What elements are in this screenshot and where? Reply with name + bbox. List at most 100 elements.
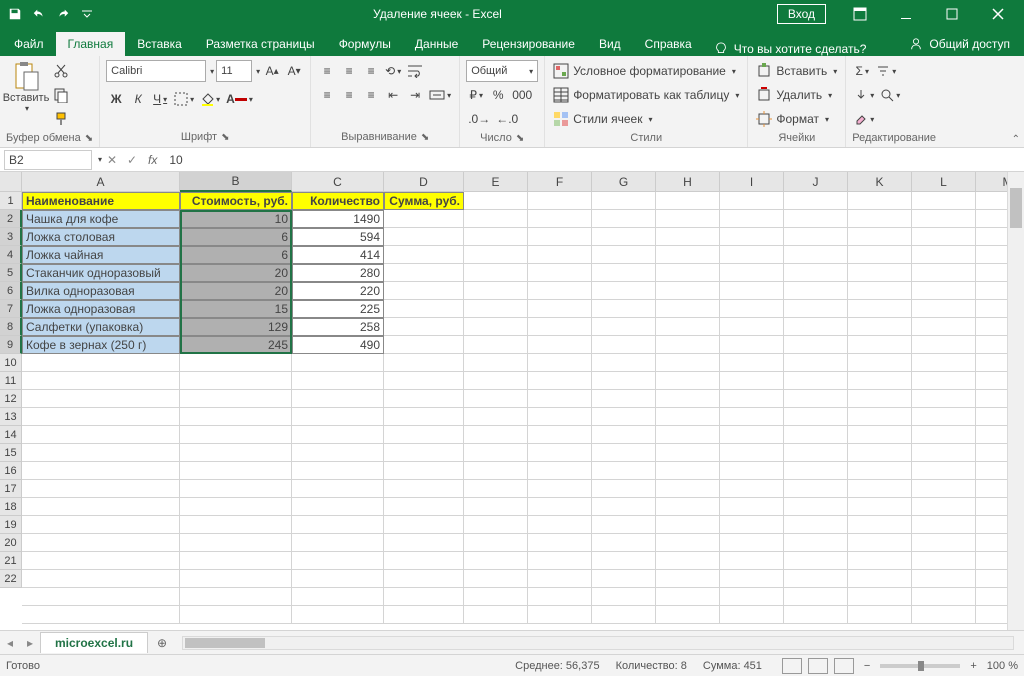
- cell-G6[interactable]: [592, 282, 656, 300]
- cell-I15[interactable]: [720, 444, 784, 462]
- cell-K16[interactable]: [848, 462, 912, 480]
- cell-K18[interactable]: [848, 498, 912, 516]
- cell-K12[interactable]: [848, 390, 912, 408]
- formula-input[interactable]: 10: [163, 153, 1024, 167]
- cell-L17[interactable]: [912, 480, 976, 498]
- column-header-C[interactable]: C: [292, 172, 384, 192]
- cell-D24[interactable]: [384, 606, 464, 624]
- bold-button[interactable]: Ж: [106, 88, 126, 110]
- cell-H14[interactable]: [656, 426, 720, 444]
- cell-E8[interactable]: [464, 318, 528, 336]
- format-cells-button[interactable]: Формат▾: [754, 108, 831, 130]
- cell-M2[interactable]: [976, 210, 1007, 228]
- cell-J19[interactable]: [784, 516, 848, 534]
- cell-I16[interactable]: [720, 462, 784, 480]
- cell-M19[interactable]: [976, 516, 1007, 534]
- cell-M12[interactable]: [976, 390, 1007, 408]
- cell-G7[interactable]: [592, 300, 656, 318]
- sort-filter-button[interactable]: ▾: [874, 60, 898, 82]
- enter-formula-button[interactable]: ✓: [122, 150, 142, 170]
- cell-E9[interactable]: [464, 336, 528, 354]
- copy-button[interactable]: [50, 84, 72, 106]
- cell-K19[interactable]: [848, 516, 912, 534]
- cell-D12[interactable]: [384, 390, 464, 408]
- cell-I17[interactable]: [720, 480, 784, 498]
- cell-A12[interactable]: [22, 390, 180, 408]
- cell-D2[interactable]: [384, 210, 464, 228]
- cell-A24[interactable]: [22, 606, 180, 624]
- cell-A2[interactable]: Чашка для кофе: [22, 210, 180, 228]
- tab-file[interactable]: Файл: [2, 32, 56, 56]
- cell-F7[interactable]: [528, 300, 592, 318]
- cell-L11[interactable]: [912, 372, 976, 390]
- number-launcher[interactable]: ⬊: [516, 133, 524, 144]
- cell-J16[interactable]: [784, 462, 848, 480]
- cell-G19[interactable]: [592, 516, 656, 534]
- cell-M11[interactable]: [976, 372, 1007, 390]
- increase-decimal-button[interactable]: .0→: [466, 108, 492, 130]
- cell-M24[interactable]: [976, 606, 1007, 624]
- cell-J24[interactable]: [784, 606, 848, 624]
- cell-L5[interactable]: [912, 264, 976, 282]
- cell-F4[interactable]: [528, 246, 592, 264]
- cell-A11[interactable]: [22, 372, 180, 390]
- cell-B19[interactable]: [180, 516, 292, 534]
- column-header-J[interactable]: J: [784, 172, 848, 192]
- cell-K13[interactable]: [848, 408, 912, 426]
- cell-H20[interactable]: [656, 534, 720, 552]
- cell-A17[interactable]: [22, 480, 180, 498]
- cell-I2[interactable]: [720, 210, 784, 228]
- cell-D9[interactable]: [384, 336, 464, 354]
- cell-A13[interactable]: [22, 408, 180, 426]
- cell-D17[interactable]: [384, 480, 464, 498]
- redo-button[interactable]: [52, 3, 74, 25]
- row-header-11[interactable]: 11: [0, 372, 22, 390]
- cell-C8[interactable]: 258: [292, 318, 384, 336]
- cell-B2[interactable]: 10: [180, 210, 292, 228]
- cell-I19[interactable]: [720, 516, 784, 534]
- cell-B15[interactable]: [180, 444, 292, 462]
- cell-H17[interactable]: [656, 480, 720, 498]
- cell-A21[interactable]: [22, 552, 180, 570]
- row-header-9[interactable]: 9: [0, 336, 22, 354]
- cell-D20[interactable]: [384, 534, 464, 552]
- decrease-font-button[interactable]: A▾: [284, 60, 304, 82]
- cell-E16[interactable]: [464, 462, 528, 480]
- cell-B17[interactable]: [180, 480, 292, 498]
- cell-I12[interactable]: [720, 390, 784, 408]
- cell-M14[interactable]: [976, 426, 1007, 444]
- cell-C11[interactable]: [292, 372, 384, 390]
- row-header-20[interactable]: 20: [0, 534, 22, 552]
- cell-D15[interactable]: [384, 444, 464, 462]
- cell-L7[interactable]: [912, 300, 976, 318]
- cell-D19[interactable]: [384, 516, 464, 534]
- cell-I7[interactable]: [720, 300, 784, 318]
- cell-L10[interactable]: [912, 354, 976, 372]
- cell-B22[interactable]: [180, 570, 292, 588]
- format-as-table-button[interactable]: Форматировать как таблицу▾: [551, 84, 741, 106]
- cell-D16[interactable]: [384, 462, 464, 480]
- column-header-F[interactable]: F: [528, 172, 592, 192]
- cell-F6[interactable]: [528, 282, 592, 300]
- cell-J10[interactable]: [784, 354, 848, 372]
- horizontal-scrollbar[interactable]: [182, 636, 1014, 650]
- cell-M21[interactable]: [976, 552, 1007, 570]
- cell-H9[interactable]: [656, 336, 720, 354]
- borders-button[interactable]: ▾: [172, 88, 196, 110]
- cell-L4[interactable]: [912, 246, 976, 264]
- cell-B4[interactable]: 6: [180, 246, 292, 264]
- cell-M9[interactable]: [976, 336, 1007, 354]
- cell-M10[interactable]: [976, 354, 1007, 372]
- cell-D14[interactable]: [384, 426, 464, 444]
- column-header-K[interactable]: K: [848, 172, 912, 192]
- cell-I1[interactable]: [720, 192, 784, 210]
- cell-E22[interactable]: [464, 570, 528, 588]
- cell-G15[interactable]: [592, 444, 656, 462]
- cell-K5[interactable]: [848, 264, 912, 282]
- cell-B3[interactable]: 6: [180, 228, 292, 246]
- cell-G12[interactable]: [592, 390, 656, 408]
- cell-H13[interactable]: [656, 408, 720, 426]
- cell-I21[interactable]: [720, 552, 784, 570]
- row-header-7[interactable]: 7: [0, 300, 22, 318]
- scrollbar-thumb[interactable]: [185, 638, 265, 648]
